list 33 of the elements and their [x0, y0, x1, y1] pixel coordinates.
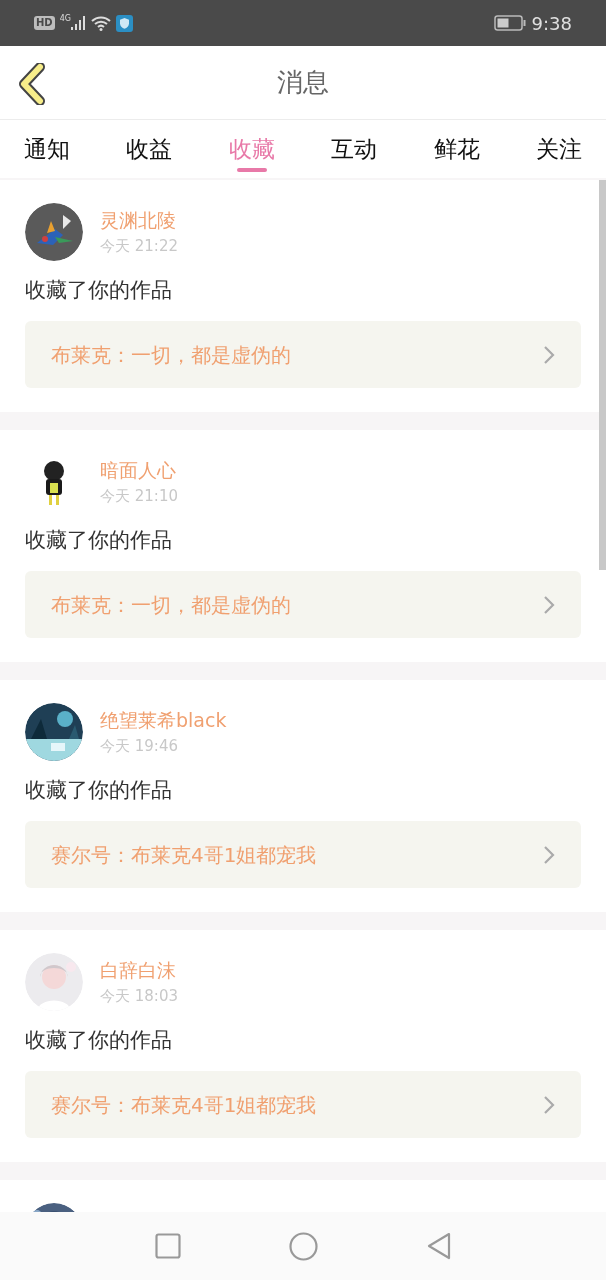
- shield-icon: [115, 14, 133, 32]
- message-text: 收藏了你的作品: [25, 1027, 173, 1054]
- message-text: 收藏了你的作品: [25, 777, 173, 804]
- tab[interactable]: 关注: [535, 120, 582, 178]
- user-name[interactable]: 灵渊北陵: [100, 207, 178, 233]
- chevron-right-icon: [543, 344, 555, 365]
- user-name[interactable]: 白辞白沫: [100, 957, 178, 983]
- message-text: 收藏了你的作品: [25, 527, 173, 554]
- recent-apps-icon[interactable]: [154, 1233, 181, 1259]
- work-link[interactable]: 赛尔号：布莱克4哥1姐都宠我: [25, 821, 581, 888]
- work-link[interactable]: 布莱克：一切，都是虚伪的: [25, 571, 581, 638]
- message-text: 收藏了你的作品: [25, 277, 173, 304]
- work-link[interactable]: 布莱克：一切，都是虚伪的: [25, 321, 581, 388]
- clock-time: 9:38: [531, 11, 572, 36]
- page-title: 消息: [277, 66, 329, 99]
- network-label: 4G: [59, 13, 71, 25]
- chevron-right-icon: [543, 844, 555, 865]
- user-name[interactable]: 暗面人心: [100, 457, 178, 483]
- home-icon[interactable]: [288, 1231, 318, 1261]
- hd-indicator: HD: [34, 16, 55, 30]
- back-icon[interactable]: [425, 1232, 452, 1260]
- tab[interactable]: 收藏: [228, 120, 275, 178]
- signal-icon: [70, 15, 87, 31]
- tab[interactable]: 鲜花: [433, 120, 480, 178]
- chevron-right-icon: [543, 594, 555, 615]
- wifi-icon: [90, 15, 111, 31]
- tab[interactable]: 互动: [331, 120, 378, 178]
- tab[interactable]: 收益: [126, 120, 173, 178]
- user-name[interactable]: 绝望莱希black: [100, 707, 227, 733]
- tab[interactable]: 通知: [24, 120, 70, 178]
- battery-icon: [493, 15, 526, 31]
- work-link[interactable]: 赛尔号：布莱克4哥1姐都宠我: [25, 1071, 581, 1138]
- chevron-right-icon: [543, 1094, 555, 1115]
